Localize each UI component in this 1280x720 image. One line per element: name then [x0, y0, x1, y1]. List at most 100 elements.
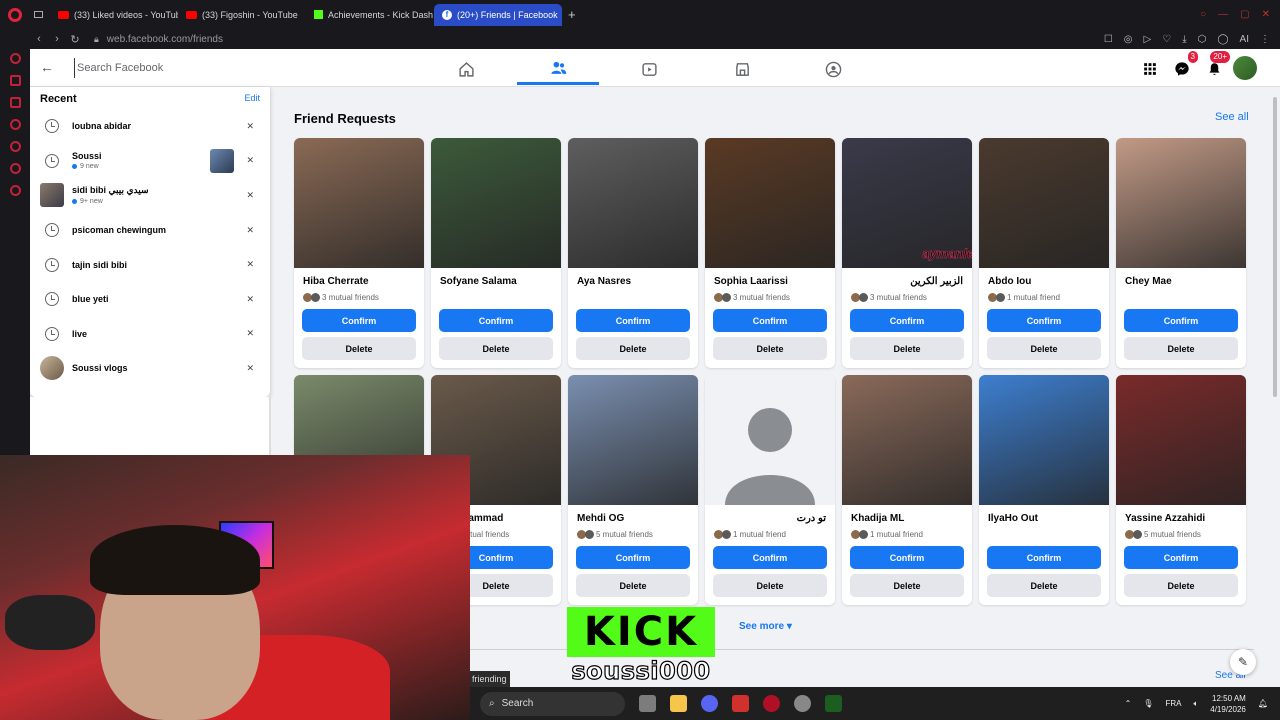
friend-name[interactable]: Sofyane Salama	[440, 276, 517, 287]
reload-icon[interactable]: ↻	[66, 33, 84, 46]
delete-button[interactable]: Delete	[987, 337, 1101, 360]
friend-request-card[interactable]: Yassine Azzahidi 5 mutual friends Confirm D…	[1116, 375, 1246, 605]
discord-icon[interactable]	[701, 695, 718, 712]
chevron-up-icon[interactable]: ⌃	[1125, 699, 1132, 708]
profile-photo[interactable]	[431, 138, 561, 268]
friend-request-card[interactable]: Khadija ML 1 mutual friend Confirm Delete	[842, 375, 972, 605]
close-icon[interactable]: ✕	[1262, 9, 1270, 20]
profile-photo[interactable]	[1116, 138, 1246, 268]
delete-button[interactable]: Delete	[1124, 574, 1238, 597]
ai-icon[interactable]: AI	[1240, 34, 1249, 45]
delete-button[interactable]: Delete	[439, 337, 553, 360]
friend-name[interactable]: Aya Nasres	[577, 276, 631, 287]
profile-photo[interactable]	[294, 138, 424, 268]
app-icon[interactable]	[732, 695, 749, 712]
friend-request-card[interactable]: Aya Nasres Confirm Delete	[568, 138, 698, 368]
recent-item[interactable]: Soussi vlogs ✕	[30, 351, 270, 386]
delete-button[interactable]: Delete	[576, 574, 690, 597]
nav-marketplace[interactable]	[701, 53, 783, 85]
confirm-button[interactable]: Confirm	[713, 546, 827, 569]
messenger-icon[interactable]	[9, 53, 21, 64]
profile-photo[interactable]	[842, 375, 972, 505]
remove-icon[interactable]: ✕	[246, 121, 254, 132]
friend-request-card[interactable]: Sofyane Salama Confirm Delete	[431, 138, 561, 368]
forward-icon[interactable]: ›	[48, 33, 66, 45]
remove-icon[interactable]: ✕	[246, 190, 254, 201]
confirm-button[interactable]: Confirm	[302, 309, 416, 332]
delete-button[interactable]: Delete	[987, 574, 1101, 597]
clock[interactable]: 12:50 AM 4/19/2026	[1210, 693, 1246, 715]
friend-request-card[interactable]: Mehdi OG 5 mutual friends Confirm Delete	[568, 375, 698, 605]
opera-logo-icon[interactable]	[0, 0, 30, 29]
confirm-button[interactable]: Confirm	[439, 309, 553, 332]
instagram-icon[interactable]	[9, 97, 21, 108]
profile-photo[interactable]	[705, 375, 835, 505]
notifications-icon[interactable]: 🔔︎	[1258, 699, 1268, 708]
recent-edit-link[interactable]: Edit	[244, 93, 260, 109]
remove-icon[interactable]: ✕	[246, 225, 254, 236]
friend-name[interactable]: Mehdi OG	[577, 513, 624, 524]
maximize-icon[interactable]: ▢	[1240, 9, 1249, 20]
file-explorer-icon[interactable]	[670, 695, 687, 712]
friend-request-card[interactable]: Hiba Cherrate 3 mutual friends Confirm Dele…	[294, 138, 424, 368]
remove-icon[interactable]: ✕	[246, 155, 254, 166]
confirm-button[interactable]: Confirm	[850, 309, 964, 332]
tab-figoshin[interactable]: (33) Figoshin - YouTube	[178, 4, 306, 26]
remove-icon[interactable]: ✕	[246, 259, 254, 270]
back-icon[interactable]: ‹	[30, 33, 48, 45]
microphone-icon[interactable]: 🎙︎	[1143, 699, 1153, 708]
remove-icon[interactable]: ✕	[246, 294, 254, 305]
recent-item[interactable]: sidi bibi سيدي بيبي 9+ new ✕	[30, 178, 270, 213]
profile-photo[interactable]	[979, 375, 1109, 505]
url-field[interactable]: web.facebook.com/friends	[107, 34, 223, 45]
volume-icon[interactable]: 🔈︎	[1193, 699, 1198, 709]
delete-button[interactable]: Delete	[850, 574, 964, 597]
tab-toggle[interactable]	[30, 4, 50, 26]
download-icon[interactable]: ⤓	[1182, 34, 1186, 45]
settings-icon[interactable]	[9, 185, 21, 196]
confirm-button[interactable]: Confirm	[1124, 546, 1238, 569]
delete-button[interactable]: Delete	[576, 337, 690, 360]
see-all-link[interactable]: See all	[1215, 111, 1249, 123]
heart-icon[interactable]: ♡	[1162, 34, 1171, 45]
camera-icon[interactable]: ◎	[1124, 34, 1133, 45]
tab-liked-videos[interactable]: (33) Liked videos - YouTub	[50, 4, 178, 26]
recent-item[interactable]: psicoman chewingum ✕	[30, 213, 270, 248]
friend-name[interactable]: Yassine Azzahidi	[1125, 513, 1205, 524]
profile-photo[interactable]	[568, 375, 698, 505]
delete-button[interactable]: Delete	[1124, 337, 1238, 360]
delete-button[interactable]: Delete	[302, 337, 416, 360]
confirm-button[interactable]: Confirm	[987, 309, 1101, 332]
delete-button[interactable]: Delete	[713, 337, 827, 360]
new-tab-icon[interactable]: +	[562, 7, 582, 22]
friend-request-card[interactable]: Abdo Iou 1 mutual friend Confirm Delete	[979, 138, 1109, 368]
friend-name[interactable]: Khadija ML	[851, 513, 904, 524]
friend-request-card[interactable]: aymanleboss14 الزبير الكرين 3 mutual frien…	[842, 138, 972, 368]
friend-request-card[interactable]: Chey Mae Confirm Delete	[1116, 138, 1246, 368]
friend-request-card[interactable]: Sophia Laarissi 3 mutual friends Confirm De…	[705, 138, 835, 368]
extensions-icon[interactable]	[9, 163, 21, 174]
confirm-button[interactable]: Confirm	[576, 546, 690, 569]
profile-icon[interactable]: ◯	[1217, 34, 1228, 45]
friend-request-card[interactable]: IlyaHo Out Confirm Delete	[979, 375, 1109, 605]
taskbar-search[interactable]: ⌕ Search	[480, 691, 625, 716]
confirm-button[interactable]: Confirm	[850, 546, 964, 569]
back-arrow-icon[interactable]: ←	[40, 59, 54, 75]
extensions-icon[interactable]: ⬡	[1198, 34, 1207, 45]
menu-grid-icon[interactable]	[1138, 57, 1162, 81]
bookmark-icon[interactable]: ☐	[1104, 34, 1113, 45]
remove-icon[interactable]: ✕	[246, 363, 254, 374]
notifications-button[interactable]: 20+	[1202, 51, 1230, 81]
friend-name[interactable]: IlyaHo Out	[988, 513, 1038, 524]
nav-groups[interactable]	[792, 53, 874, 85]
remove-icon[interactable]: ✕	[246, 328, 254, 339]
app-icon[interactable]	[825, 695, 842, 712]
profile-photo[interactable]	[568, 138, 698, 268]
friend-name[interactable]: Sophia Laarissi	[714, 276, 788, 287]
friend-name[interactable]: Abdo Iou	[988, 276, 1031, 287]
profile-photo[interactable]: aymanleboss14	[842, 138, 972, 268]
profile-photo[interactable]	[705, 138, 835, 268]
scrollbar[interactable]	[1272, 87, 1278, 687]
confirm-button[interactable]: Confirm	[987, 546, 1101, 569]
confirm-button[interactable]: Confirm	[713, 309, 827, 332]
